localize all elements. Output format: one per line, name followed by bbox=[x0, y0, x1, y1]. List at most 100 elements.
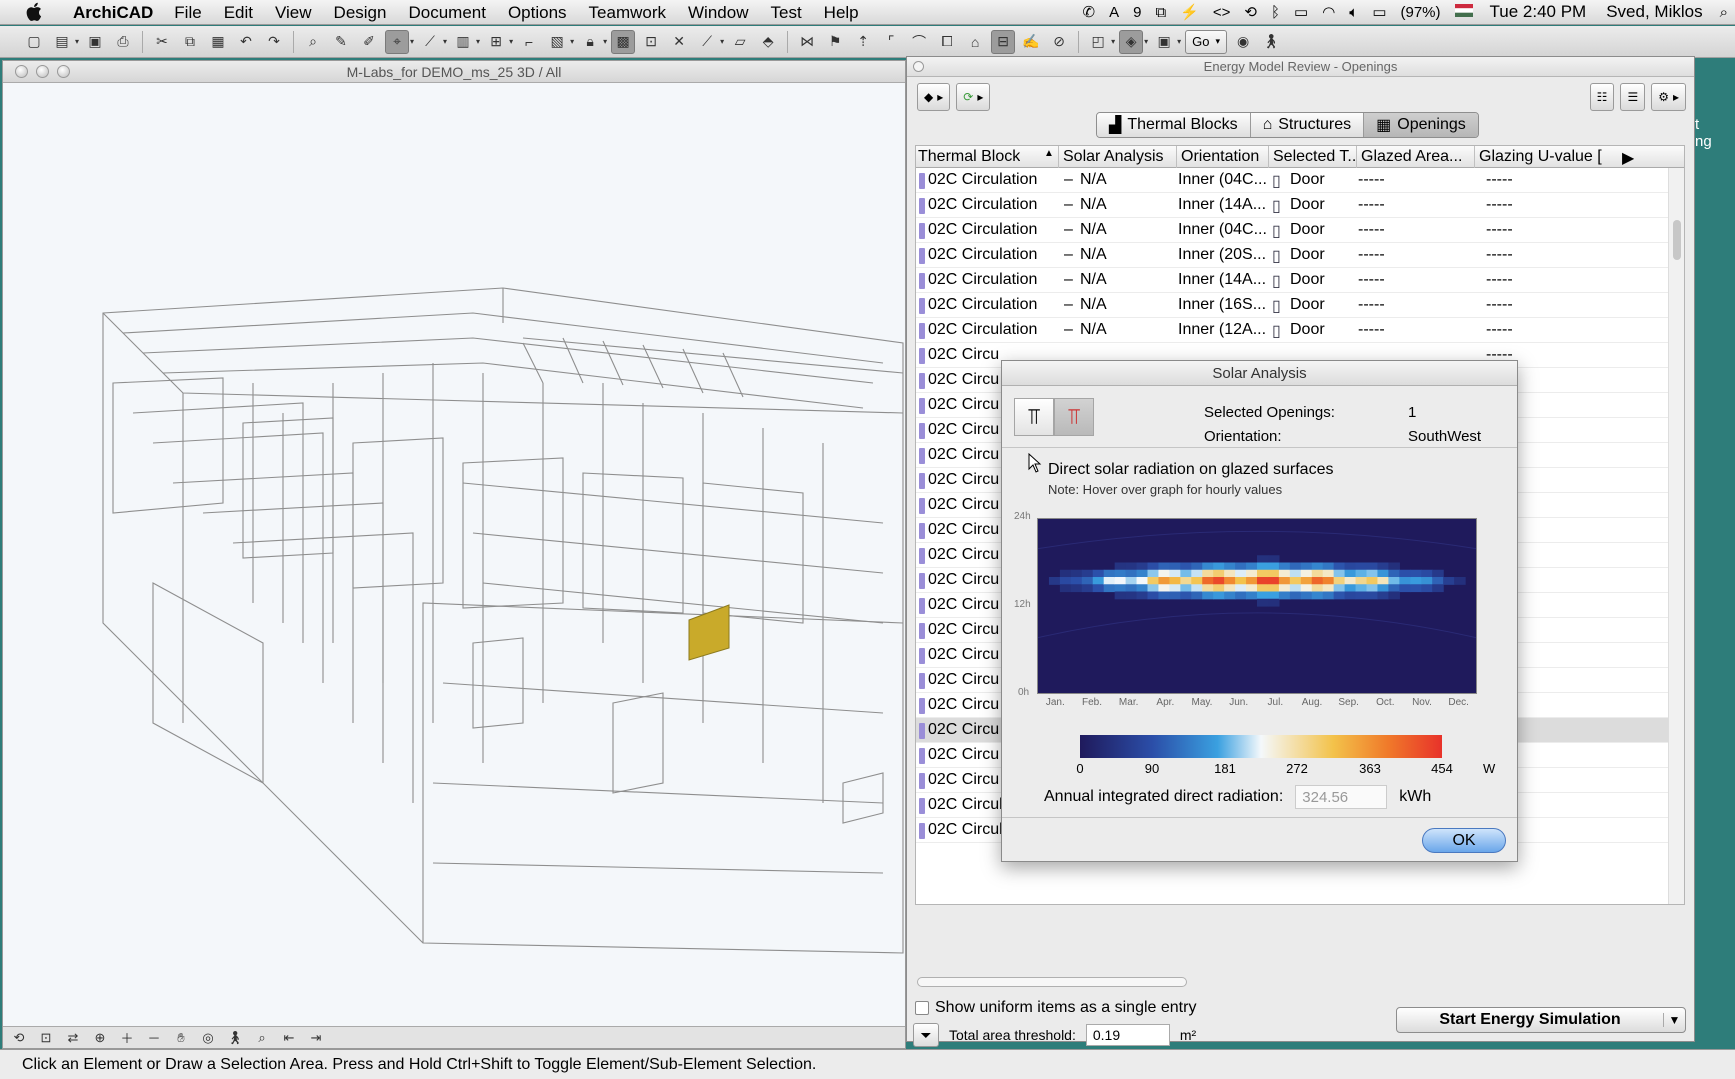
menu-view[interactable]: View bbox=[264, 0, 323, 25]
opening-remove-button[interactable]: ⫪ bbox=[1054, 398, 1094, 436]
find-icon[interactable]: ⌕ bbox=[301, 30, 325, 54]
measure-icon[interactable]: ⟋ bbox=[695, 30, 719, 54]
slab-icon[interactable]: ▱ bbox=[728, 30, 752, 54]
layout-dropdown-icon[interactable]: ▾ bbox=[1177, 37, 1181, 46]
scroll-thumb[interactable] bbox=[1673, 220, 1681, 260]
tab-openings[interactable]: ▦ Openings bbox=[1364, 113, 1478, 137]
copy-icon[interactable]: ⧉ bbox=[178, 30, 202, 54]
selected-opening-highlight[interactable] bbox=[688, 604, 730, 661]
list-detail-button[interactable]: ☷ bbox=[1589, 83, 1615, 111]
tab-thermal-blocks[interactable]: ▟ Thermal Blocks bbox=[1097, 113, 1251, 137]
view-dropdown-icon[interactable]: ▾ bbox=[1111, 37, 1115, 46]
elevate-icon[interactable]: ⇡ bbox=[851, 30, 875, 54]
snap-dropdown-icon[interactable]: ▾ bbox=[410, 37, 414, 46]
snap-icon[interactable]: ⌖ bbox=[385, 29, 410, 54]
go-button[interactable]: Go ▾ bbox=[1185, 29, 1228, 54]
measure-dropdown-icon[interactable]: ▾ bbox=[720, 37, 724, 46]
group-icon[interactable]: ▧ bbox=[545, 30, 569, 54]
flag-icon[interactable] bbox=[1448, 3, 1480, 21]
explore-icon[interactable]: ◉ bbox=[1231, 30, 1255, 54]
grid-dropdown-icon[interactable]: ▾ bbox=[509, 37, 513, 46]
3d-dropdown-icon[interactable]: ▾ bbox=[1144, 37, 1148, 46]
split-icon[interactable]: ⋈ bbox=[795, 30, 819, 54]
mark-icon[interactable]: ⚑ bbox=[823, 30, 847, 54]
menu-edit[interactable]: Edit bbox=[213, 0, 264, 25]
cut-icon[interactable]: ✂ bbox=[150, 30, 174, 54]
display-icon[interactable]: ▭ bbox=[1287, 3, 1315, 21]
emr-titlebar[interactable]: Energy Model Review - Openings bbox=[907, 57, 1694, 77]
menu-design[interactable]: Design bbox=[323, 0, 398, 25]
threshold-input[interactable]: 0.19 bbox=[1085, 1024, 1170, 1046]
view-icon[interactable]: ◰ bbox=[1086, 30, 1110, 54]
screen-icon[interactable]: ⧉ bbox=[1148, 4, 1173, 21]
redo-icon[interactable]: ↷ bbox=[262, 30, 286, 54]
table-row[interactable]: 02C Circulation – N/A Inner (04C... ▯ Door ---… bbox=[916, 168, 1684, 193]
walk-icon[interactable]: 🚶︎ bbox=[1259, 30, 1283, 54]
hatch-icon[interactable]: ▩ bbox=[611, 29, 636, 54]
trim-icon[interactable]: ⌐ bbox=[517, 30, 541, 54]
spotlight-icon[interactable]: ⌕ bbox=[1713, 4, 1735, 21]
wifi-icon[interactable]: ◠ bbox=[1315, 3, 1342, 21]
layer-icon[interactable]: ▥ bbox=[451, 30, 475, 54]
zoom-window-icon[interactable]: ⊕ bbox=[88, 1029, 112, 1047]
adobe-icon[interactable]: A bbox=[1102, 4, 1126, 21]
pin-icon[interactable]: ⬘ bbox=[756, 30, 780, 54]
clock[interactable]: Tue 2:40 PM bbox=[1480, 2, 1597, 22]
hand-icon[interactable]: ✋︎ bbox=[169, 1029, 193, 1047]
undo-icon[interactable]: ↶ bbox=[234, 30, 258, 54]
close-x-icon[interactable]: ✕ bbox=[667, 30, 691, 54]
table-row[interactable]: 02C Circulation – N/A Inner (04C... ▯ Door ---… bbox=[916, 218, 1684, 243]
bluetooth-icon[interactable]: ᛒ bbox=[1264, 4, 1287, 21]
filter-button[interactable]: ⏷ bbox=[913, 1023, 939, 1047]
ok-button[interactable]: OK bbox=[1422, 828, 1506, 853]
3d-window-titlebar[interactable]: M-Labs_for DEMO_ms_25 3D / All bbox=[3, 61, 905, 83]
col-thermal-block[interactable]: Thermal Block bbox=[918, 148, 1020, 166]
menu-test[interactable]: Test bbox=[759, 0, 812, 25]
prev-zoom-icon[interactable]: ⇤ bbox=[277, 1029, 301, 1047]
col-glazing-u-value[interactable]: Glazing U-value [ bbox=[1474, 146, 1618, 168]
zoom-out-icon[interactable]: － bbox=[142, 1029, 166, 1047]
scroll-thumb[interactable] bbox=[917, 977, 1187, 987]
col-solar-analysis[interactable]: Solar Analysis bbox=[1058, 146, 1176, 168]
corner-icon[interactable]: ⌜ bbox=[879, 30, 903, 54]
nope-icon[interactable]: ⊘ bbox=[1047, 30, 1071, 54]
section-icon[interactable]: ⊟ bbox=[991, 29, 1016, 54]
lock-dropdown-icon[interactable]: ▾ bbox=[603, 37, 607, 46]
group-dropdown-icon[interactable]: ▾ bbox=[570, 37, 574, 46]
lock-icon[interactable]: 🔒︎ bbox=[578, 30, 602, 54]
layout-icon[interactable]: ▣ bbox=[1152, 30, 1176, 54]
menu-options[interactable]: Options bbox=[497, 0, 578, 25]
open-icon[interactable]: ▤ bbox=[50, 30, 74, 54]
new-icon[interactable]: ▢ bbox=[22, 30, 46, 54]
paste-icon[interactable]: ▦ bbox=[206, 30, 230, 54]
start-energy-simulation-button[interactable]: Start Energy Simulation ▼ bbox=[1396, 1007, 1686, 1033]
inject-icon[interactable]: ✐ bbox=[357, 30, 381, 54]
col-glazed-area[interactable]: Glazed Area... bbox=[1356, 146, 1474, 168]
brush-icon[interactable]: ✍ bbox=[1019, 30, 1043, 54]
col-selected-type[interactable]: Selected T... bbox=[1268, 146, 1356, 168]
table-vertical-scrollbar[interactable] bbox=[1668, 168, 1684, 904]
table-row[interactable]: 02C Circulation – N/A Inner (14A... ▯ Door ---… bbox=[916, 193, 1684, 218]
offset-icon[interactable]: ⧠ bbox=[935, 30, 959, 54]
look-icon[interactable]: ◎ bbox=[196, 1029, 220, 1047]
menu-document[interactable]: Document bbox=[397, 0, 496, 25]
menu-help[interactable]: Help bbox=[813, 0, 870, 25]
table-row[interactable]: 02C Circulation – N/A Inner (16S... ▯ Door ---… bbox=[916, 293, 1684, 318]
orbit-icon[interactable]: ⟲ bbox=[7, 1029, 31, 1047]
pan-mode-icon[interactable]: ⇄ bbox=[61, 1029, 85, 1047]
save-icon[interactable]: ▣ bbox=[83, 30, 107, 54]
model-view-button[interactable]: ◆ ▸ bbox=[917, 83, 951, 111]
layer-dropdown-icon[interactable]: ▾ bbox=[476, 37, 480, 46]
table-horizontal-scrollbar[interactable] bbox=[915, 975, 1685, 989]
walk-nav-icon[interactable]: 🚶︎ bbox=[223, 1029, 247, 1047]
apple-icon[interactable] bbox=[22, 1, 44, 23]
zoom-fit-icon[interactable]: ⌕ bbox=[250, 1029, 274, 1047]
volume-icon[interactable]: 🔈︎ bbox=[1342, 4, 1365, 21]
menu-teamwork[interactable]: Teamwork bbox=[578, 0, 677, 25]
uniform-items-checkbox[interactable] bbox=[915, 1001, 929, 1015]
table-row[interactable]: 02C Circulation – N/A Inner (14A... ▯ Door ---… bbox=[916, 268, 1684, 293]
table-row[interactable]: 02C Circulation – N/A Inner (20S... ▯ Door ---… bbox=[916, 243, 1684, 268]
menu-file[interactable]: File bbox=[163, 0, 212, 25]
battery-icon[interactable]: ▭ bbox=[1365, 3, 1393, 21]
menu-window[interactable]: Window bbox=[677, 0, 759, 25]
